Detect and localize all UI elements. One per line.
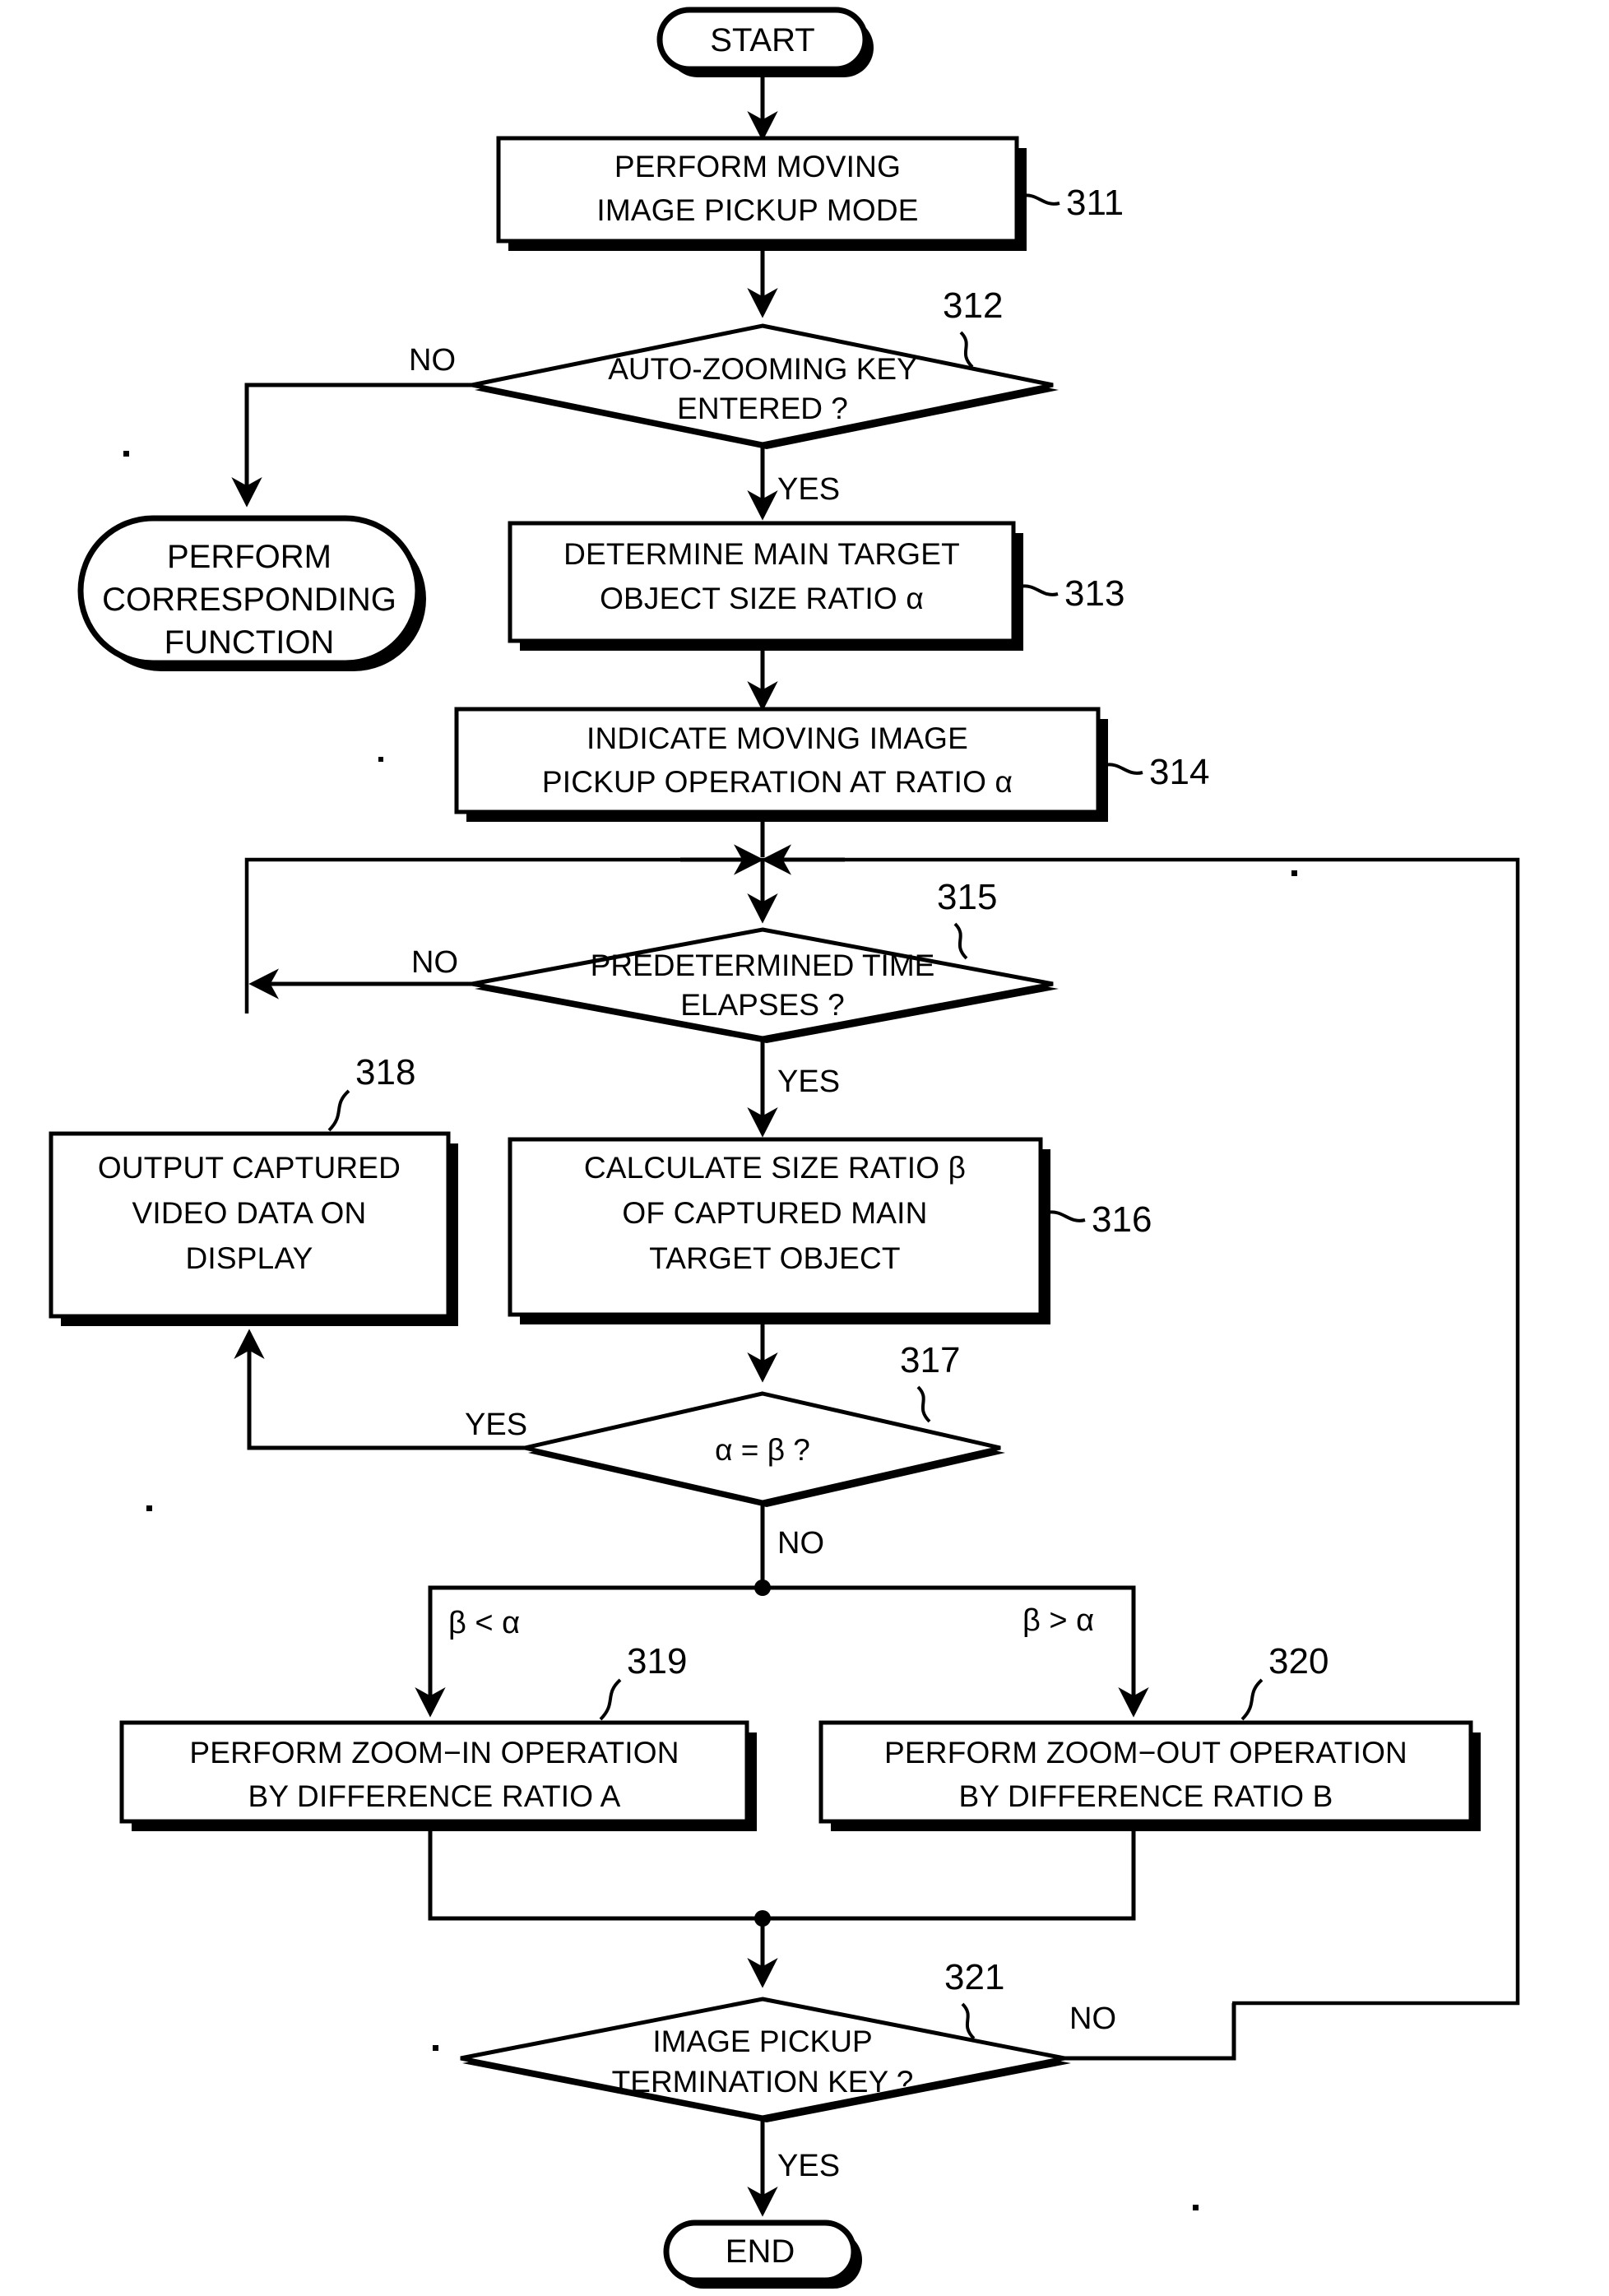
node-317-line1: α = β ? <box>715 1433 810 1467</box>
edge-merge-319-320 <box>428 1831 1136 1921</box>
edge-label-315-no: NO <box>411 945 458 980</box>
leader-318 <box>327 1089 350 1132</box>
node-320-line2: BY DIFFERENCE RATIO B <box>958 1779 1333 1813</box>
scan-speck <box>433 2045 438 2051</box>
node-316-line1: CALCULATE SIZE RATIO β <box>584 1151 966 1185</box>
node-corresp-line3: FUNCTION <box>165 624 335 661</box>
node-313-line1: DETERMINE MAIN TARGET <box>563 537 960 571</box>
node-316-line2: OF CAPTURED MAIN <box>622 1196 927 1230</box>
flowchart-canvas: START PERFORM MOVING IMAGE PICKUP MODE 3… <box>0 0 1609 2296</box>
leader-312 <box>959 331 974 369</box>
scan-speck <box>1291 870 1297 876</box>
edge-label-315-yes: YES <box>777 1065 840 1099</box>
edge-label-312-no: NO <box>409 343 456 378</box>
edge-label-321-no: NO <box>1069 2001 1116 2036</box>
leader-315 <box>953 922 968 960</box>
node-321-line1: IMAGE PICKUP <box>652 2025 872 2058</box>
node-316: CALCULATE SIZE RATIO β OF CAPTURED MAIN … <box>508 1137 1050 1324</box>
node-318-line1: OUTPUT CAPTURED <box>98 1151 401 1185</box>
flowchart-svg: START PERFORM MOVING IMAGE PICKUP MODE 3… <box>49 7 1520 2289</box>
leader-317 <box>916 1385 931 1423</box>
node-320-line1: PERFORM ZOOM−OUT OPERATION <box>884 1736 1407 1770</box>
node-315-line1: PREDETERMINED TIME <box>591 949 935 982</box>
node-311: PERFORM MOVING IMAGE PICKUP MODE <box>496 136 1027 251</box>
ref-319: 319 <box>627 1641 687 1681</box>
node-perform-corresponding-function: PERFORM CORRESPONDING FUNCTION <box>77 515 426 671</box>
leader-319 <box>599 1678 622 1721</box>
node-314-line1: INDICATE MOVING IMAGE <box>587 721 968 755</box>
edge-312-no <box>231 383 472 508</box>
node-315: PREDETERMINED TIME ELAPSES ? <box>471 927 1059 1043</box>
ref-313: 313 <box>1064 573 1124 614</box>
node-start-label: START <box>710 22 814 58</box>
node-317: α = β ? <box>524 1391 1005 1507</box>
ref-318: 318 <box>355 1052 415 1092</box>
leader-314 <box>1104 763 1143 775</box>
ref-320: 320 <box>1268 1641 1328 1681</box>
edge-label-312-yes: YES <box>777 472 840 507</box>
ref-317: 317 <box>900 1340 960 1380</box>
ref-316: 316 <box>1092 1199 1152 1240</box>
scan-speck <box>1193 2205 1199 2210</box>
edge-label-320-cond: β > α <box>1022 1603 1094 1638</box>
node-320: PERFORM ZOOM−OUT OPERATION BY DIFFERENCE… <box>818 1720 1481 1831</box>
leader-320 <box>1240 1678 1264 1721</box>
node-313: DETERMINE MAIN TARGET OBJECT SIZE RATIO … <box>508 521 1023 651</box>
node-319: PERFORM ZOOM−IN OPERATION BY DIFFERENCE … <box>119 1720 757 1831</box>
node-316-line3: TARGET OBJECT <box>649 1241 900 1275</box>
node-318-line2: VIDEO DATA ON <box>132 1196 367 1230</box>
edge-label-319-cond: β < α <box>448 1606 520 1640</box>
leader-321 <box>961 2002 976 2040</box>
node-321: IMAGE PICKUP TERMINATION KEY ? <box>460 1997 1071 2122</box>
node-start: START <box>656 7 874 77</box>
node-314: INDICATE MOVING IMAGE PICKUP OPERATION A… <box>454 707 1108 822</box>
node-321-line2: TERMINATION KEY ? <box>612 2065 914 2099</box>
node-318: OUTPUT CAPTURED VIDEO DATA ON DISPLAY <box>49 1131 458 1326</box>
node-end-label: END <box>726 2233 795 2270</box>
edge-label-317-yes: YES <box>465 1408 527 1442</box>
node-corresp-line2: CORRESPONDING <box>102 582 396 618</box>
node-corresp-line1: PERFORM <box>167 539 332 575</box>
edge-label-317-no: NO <box>777 1526 824 1561</box>
edge-label-321-yes: YES <box>777 2149 840 2183</box>
node-312-line1: AUTO-ZOOMING KEY <box>608 352 917 386</box>
node-311-line2: IMAGE PICKUP MODE <box>596 193 918 227</box>
ref-315: 315 <box>937 877 997 917</box>
ref-321: 321 <box>944 1957 1004 1997</box>
node-311-line1: PERFORM MOVING <box>614 150 901 183</box>
node-315-line2: ELAPSES ? <box>680 988 845 1022</box>
ref-312: 312 <box>943 285 1003 326</box>
leader-313 <box>1019 584 1059 596</box>
node-318-line3: DISPLAY <box>186 1241 313 1275</box>
node-314-line2: PICKUP OPERATION AT RATIO α <box>542 765 1013 799</box>
node-end: END <box>663 2219 862 2289</box>
node-312: AUTO-ZOOMING KEY ENTERED ? <box>471 323 1059 449</box>
node-313-line2: OBJECT SIZE RATIO α <box>600 582 924 615</box>
leader-311 <box>1021 193 1060 206</box>
scan-speck <box>123 451 129 457</box>
scan-speck <box>378 757 383 762</box>
leader-316 <box>1046 1210 1086 1222</box>
scan-speck <box>146 1505 152 1511</box>
node-319-line1: PERFORM ZOOM−IN OPERATION <box>189 1736 679 1770</box>
node-312-line2: ENTERED ? <box>677 392 848 425</box>
ref-311: 311 <box>1066 183 1124 223</box>
node-319-line2: BY DIFFERENCE RATIO A <box>248 1779 620 1813</box>
ref-314: 314 <box>1149 752 1209 792</box>
